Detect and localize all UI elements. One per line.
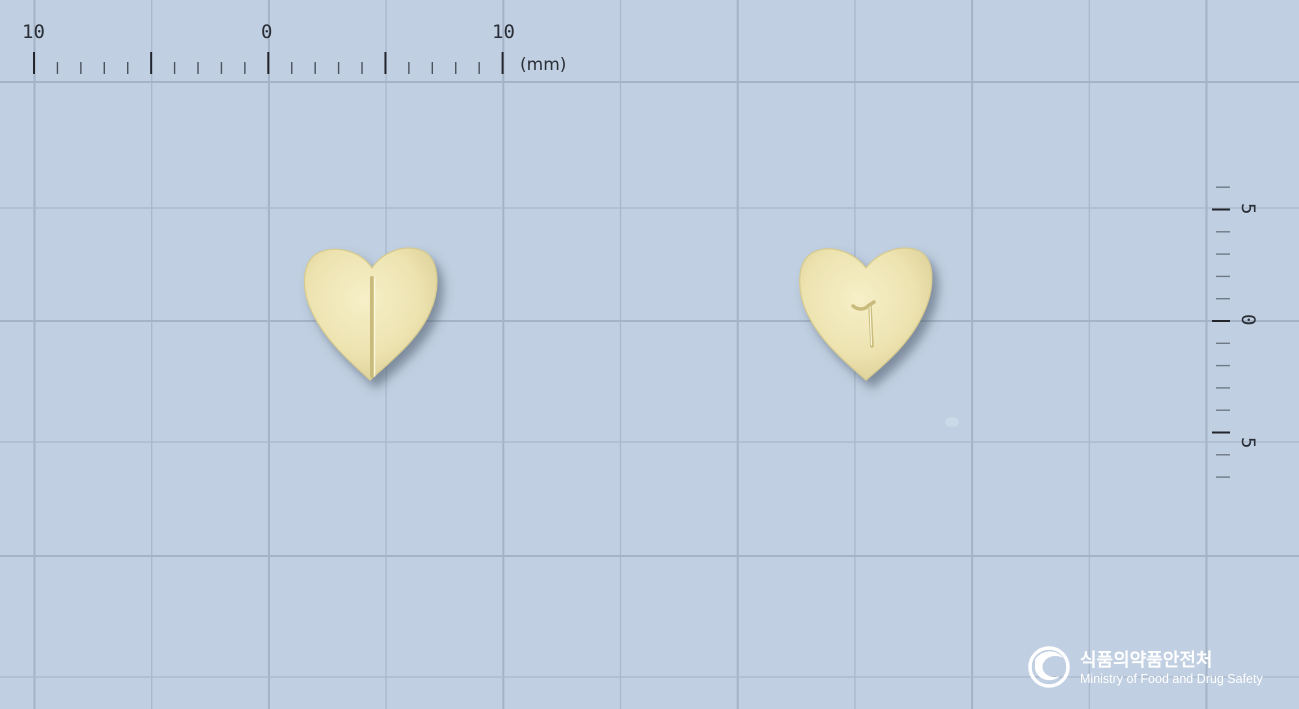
- measurement-grid: [0, 0, 1299, 709]
- top-ruler-label-right: 10: [492, 21, 515, 43]
- mfds-emblem-icon: [1028, 646, 1070, 688]
- top-ruler-unit: (mm): [520, 55, 566, 75]
- top-ruler-label-left: 10: [22, 21, 45, 43]
- logo-english-name: Ministry of Food and Drug Safety: [1080, 672, 1263, 686]
- mfds-logo: 식품의약품안전처 Ministry of Food and Drug Safet…: [1028, 646, 1263, 688]
- right-ruler: 5 0 5: [1212, 186, 1259, 478]
- right-ruler-label-bottom: 5: [1237, 437, 1259, 448]
- top-ruler-ticks: [33, 52, 504, 74]
- tablet-back: [799, 247, 933, 381]
- tablet-photo: 10 0 10 (mm) 5 0 5 식품의약품안전처 Ministry of …: [0, 0, 1299, 709]
- right-ruler-ticks: [1212, 186, 1230, 478]
- logo-korean-name: 식품의약품안전처: [1080, 649, 1212, 671]
- right-ruler-label-top: 5: [1237, 203, 1259, 214]
- glare-spot: [945, 417, 959, 427]
- top-ruler-label-zero: 0: [261, 21, 272, 43]
- score-line-icon: [370, 276, 376, 378]
- top-ruler: 10 0 10 (mm): [22, 21, 566, 75]
- right-ruler-label-zero: 0: [1237, 314, 1259, 325]
